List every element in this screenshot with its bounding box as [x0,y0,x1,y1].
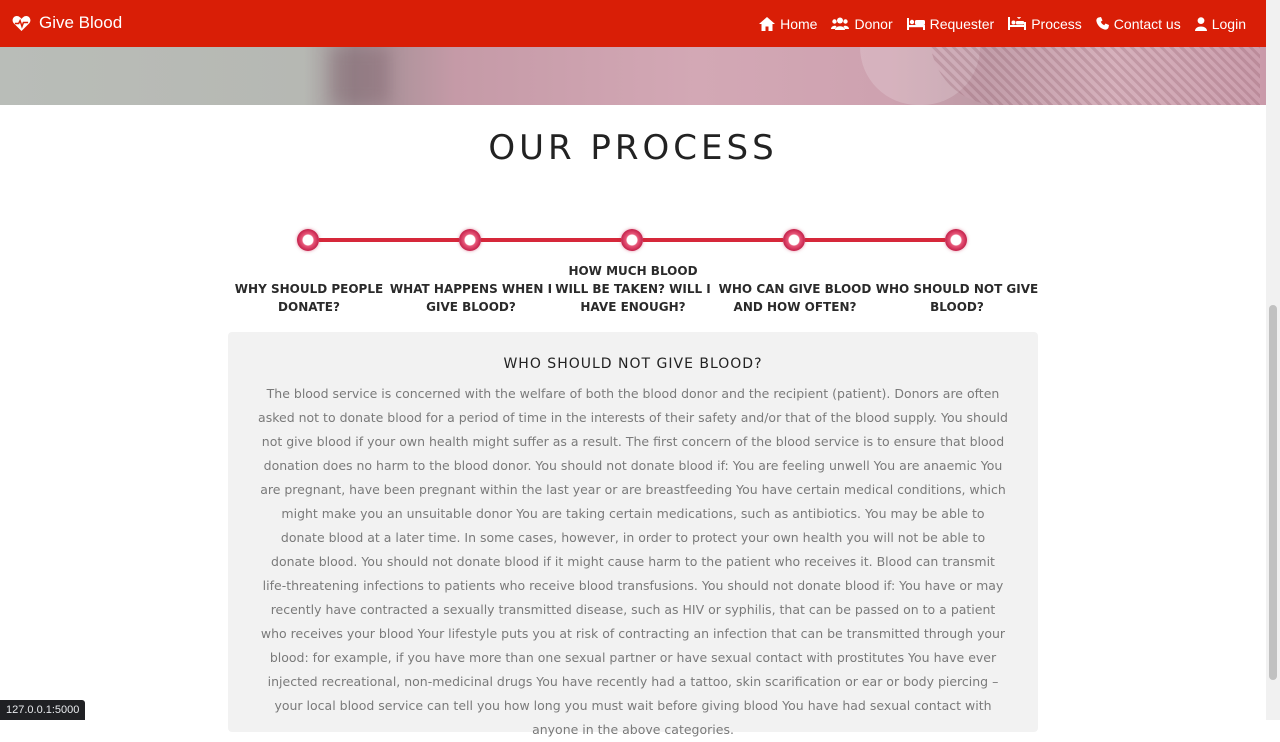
bed-icon [906,17,925,30]
process-timeline: WHY SHOULD PEOPLE DONATE? WHAT HAPPENS W… [0,229,1266,329]
step-label-1[interactable]: WHY SHOULD PEOPLE DONATE? [227,280,391,316]
step-label-5[interactable]: WHO SHOULD NOT GIVE BLOOD? [875,280,1039,316]
nav-requester-label: Requester [929,15,995,32]
nav-menu: Home Donor Requester Process Contact us … [759,0,1246,47]
user-icon [1194,16,1207,31]
nav-contact-label: Contact us [1113,15,1181,32]
phone-icon [1096,17,1109,30]
nav-process-label: Process [1031,15,1082,32]
hero-image [0,47,1266,105]
page-scrollbar[interactable] [1266,0,1280,720]
nav-donor[interactable]: Donor [831,15,893,32]
nav-home-label: Home [780,15,818,32]
nav-login[interactable]: Login [1194,15,1246,32]
step-label-2[interactable]: WHAT HAPPENS WHEN I GIVE BLOOD? [389,280,553,316]
nav-requester[interactable]: Requester [906,15,995,32]
timeline-connector [805,238,945,242]
scrollbar-thumb[interactable] [1269,305,1277,680]
step-content-panel: WHO SHOULD NOT GIVE BLOOD? The blood ser… [228,332,1038,737]
brand-link[interactable]: Give Blood [12,12,122,34]
step-label-4[interactable]: WHO CAN GIVE BLOOD AND HOW OFTEN? [713,280,877,316]
navbar: Give Blood Home Donor Requester Process … [0,0,1266,47]
nav-home[interactable]: Home [759,16,817,32]
timeline-dot-5[interactable] [945,229,967,251]
status-url: 127.0.0.1:5000 [0,700,86,720]
timeline-connector [319,238,459,242]
step-label-3[interactable]: HOW MUCH BLOOD WILL BE TAKEN? WILL I HAV… [551,262,715,316]
timeline-connector [481,238,621,242]
nav-process[interactable]: Process [1008,16,1082,32]
nav-login-label: Login [1211,15,1246,32]
nav-donor-label: Donor [854,15,893,32]
nav-contact[interactable]: Contact us [1096,16,1181,32]
brand-name: Give Blood [39,13,123,32]
timeline-dot-1[interactable] [297,229,319,251]
section-title: OUR PROCESS [488,128,778,168]
timeline-connector [643,238,783,242]
timeline-dot-4[interactable] [783,229,805,251]
heartbeat-icon [12,15,31,31]
timeline-dot-3[interactable] [621,229,643,251]
home-icon [759,16,776,31]
step-content-title: WHO SHOULD NOT GIVE BLOOD? [503,356,763,372]
users-icon [831,17,850,30]
step-content-body: The blood service is concerned with the … [258,386,1008,737]
hospital-bed-icon [1008,17,1027,30]
timeline-dot-2[interactable] [459,229,481,251]
